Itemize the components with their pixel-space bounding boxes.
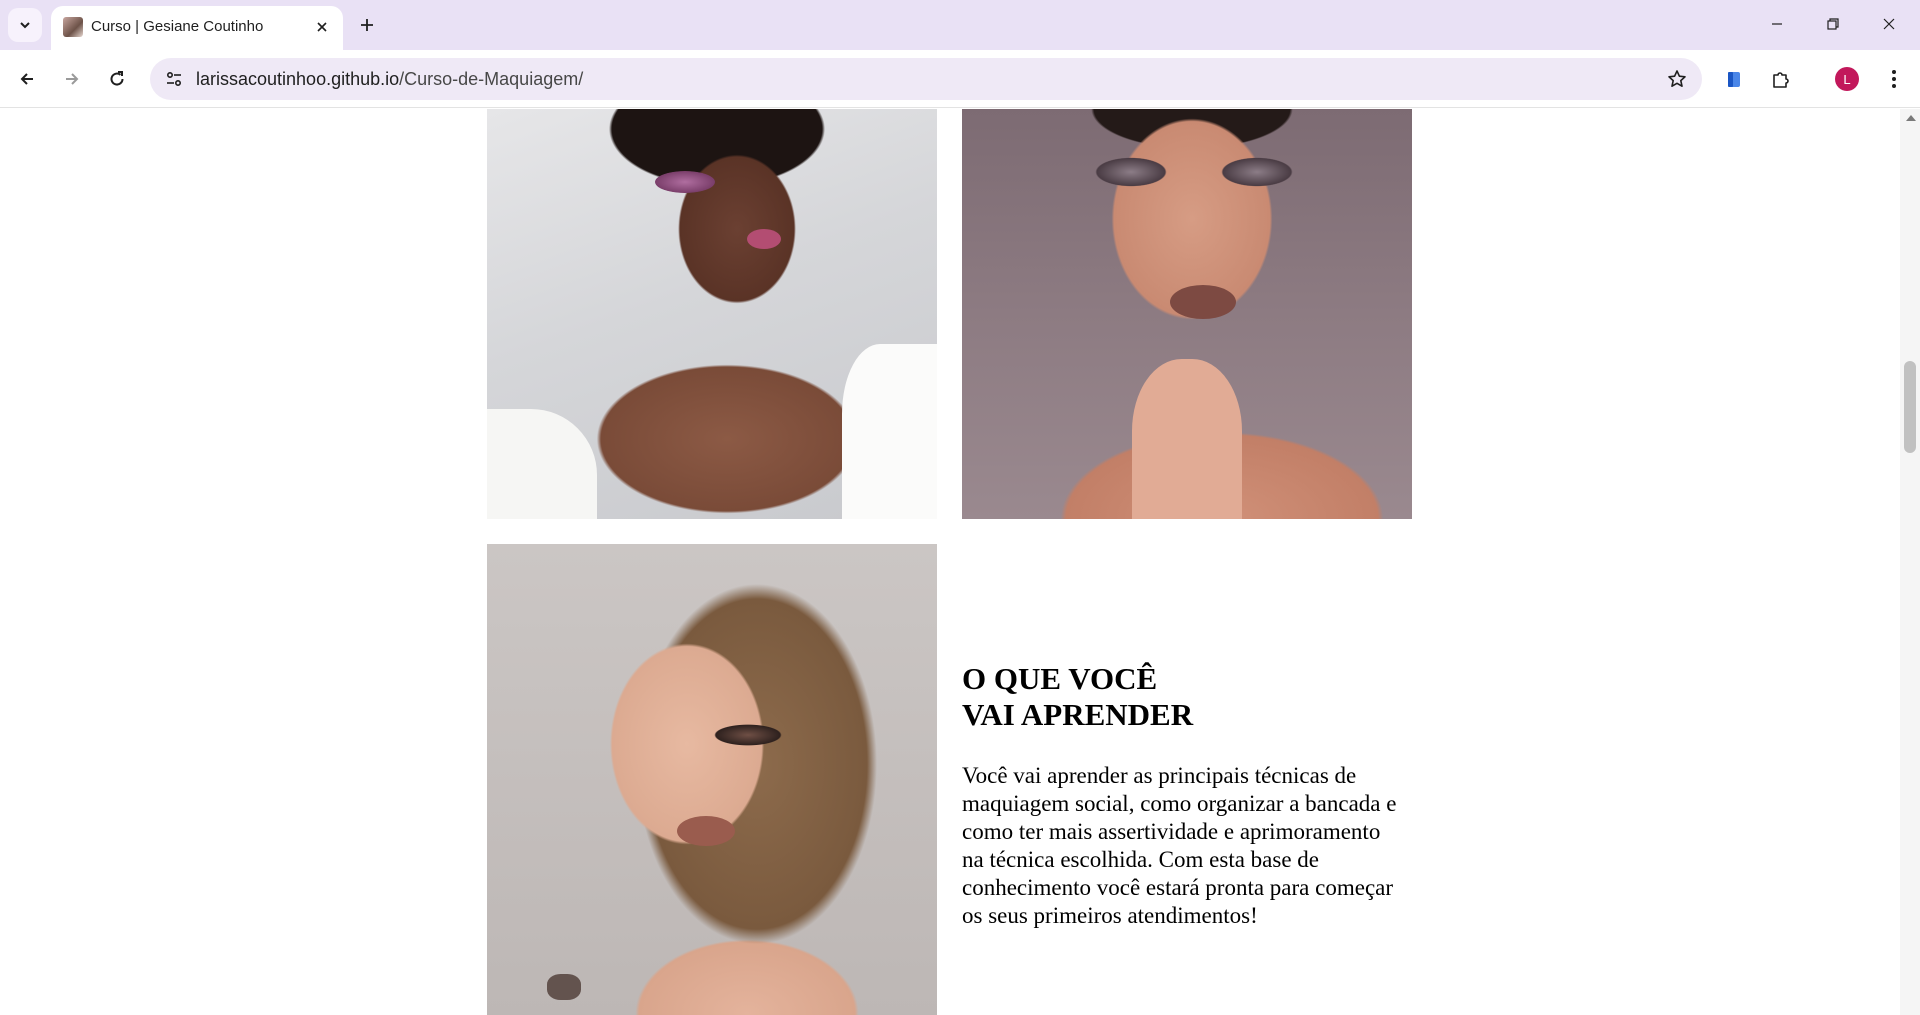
new-tab-button[interactable] — [353, 11, 381, 39]
plus-icon — [361, 19, 373, 31]
restore-button[interactable] — [1810, 6, 1856, 42]
browser-toolbar: larissacoutinhoo.github.io/Curso-de-Maqu… — [0, 50, 1920, 108]
browser-menu-button[interactable] — [1877, 62, 1911, 96]
page-viewport: O QUE VOCÊ VAI APRENDER Você vai aprende… — [0, 109, 1920, 1015]
restore-icon — [1827, 18, 1839, 30]
photo-detail — [713, 724, 783, 746]
back-button[interactable] — [10, 62, 44, 96]
photo-detail — [1132, 359, 1242, 519]
star-icon — [1668, 70, 1686, 87]
photo-detail — [547, 974, 581, 1000]
site-info-button[interactable] — [160, 65, 188, 93]
chevron-down-icon — [20, 22, 30, 29]
photo-detail — [1220, 157, 1294, 187]
page-scrollbar[interactable] — [1900, 109, 1920, 1015]
favicon-icon — [63, 17, 83, 37]
makeup-photo-3 — [487, 544, 937, 1015]
photo-detail — [1094, 157, 1168, 187]
address-bar[interactable]: larissacoutinhoo.github.io/Curso-de-Maqu… — [150, 58, 1702, 100]
makeup-photo-1 — [487, 109, 937, 519]
side-panel-icon — [1728, 72, 1740, 87]
photo-detail — [487, 409, 597, 519]
bookmark-button[interactable] — [1664, 66, 1690, 92]
url-host: larissacoutinhoo.github.io — [196, 69, 400, 89]
scroll-up-arrow-icon[interactable] — [1906, 115, 1916, 121]
tab-title: Curso | Gesiane Coutinho — [91, 18, 264, 35]
close-icon — [1883, 18, 1895, 30]
tab-close-button[interactable] — [311, 16, 333, 38]
profile-avatar[interactable]: L — [1835, 67, 1859, 91]
kebab-menu-icon — [1892, 70, 1896, 88]
minimize-icon — [1772, 23, 1782, 25]
side-panel-button[interactable] — [1717, 62, 1751, 96]
section-text: Você vai aprender as principais técnicas… — [962, 763, 1397, 928]
reload-icon — [110, 71, 124, 86]
url-path: /Curso-de-Maquiagem/ — [399, 69, 584, 89]
extensions-button[interactable] — [1764, 62, 1798, 96]
forward-button[interactable] — [55, 62, 89, 96]
puzzle-icon — [1773, 72, 1789, 88]
photo-detail — [747, 229, 781, 249]
reload-button[interactable] — [100, 62, 134, 96]
tab-strip: Curso | Gesiane Coutinho — [0, 0, 1920, 50]
close-window-button[interactable] — [1866, 6, 1912, 42]
makeup-photo-2 — [962, 109, 1412, 519]
photo-detail — [842, 344, 937, 519]
active-tab[interactable]: Curso | Gesiane Coutinho — [51, 6, 343, 50]
arrow-left-icon — [20, 73, 33, 85]
close-icon — [317, 22, 327, 32]
arrow-right-icon — [66, 73, 79, 85]
photo-detail — [1170, 285, 1236, 319]
learn-section: O QUE VOCÊ VAI APRENDER Você vai aprende… — [962, 661, 1412, 930]
tune-icon — [166, 71, 182, 87]
photo-detail — [655, 171, 715, 193]
minimize-button[interactable] — [1754, 6, 1800, 42]
scrollbar-thumb[interactable] — [1904, 361, 1916, 453]
url-text: larissacoutinhoo.github.io/Curso-de-Maqu… — [196, 69, 583, 90]
photo-detail — [677, 816, 735, 846]
section-title: O QUE VOCÊ VAI APRENDER — [962, 661, 1194, 732]
tab-search-button[interactable] — [8, 8, 42, 42]
